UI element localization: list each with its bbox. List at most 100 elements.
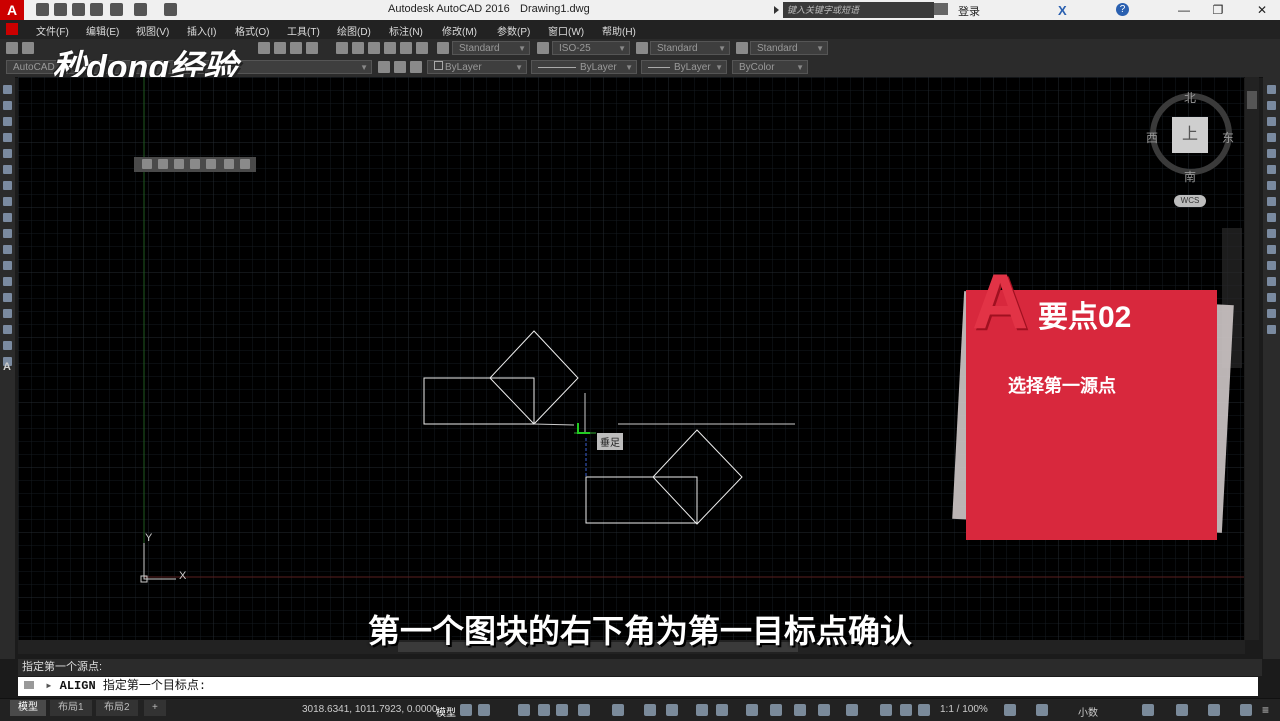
view-iso-icon[interactable] — [224, 159, 234, 169]
close-button[interactable]: ✕ — [1250, 2, 1274, 18]
viewcube-top-face[interactable]: 上 — [1172, 117, 1208, 153]
hatch-icon[interactable] — [3, 309, 12, 318]
markup-icon[interactable] — [400, 42, 412, 54]
selection-filter-icon[interactable] — [770, 704, 782, 716]
insert-block-icon[interactable] — [3, 261, 12, 270]
new-file-icon[interactable] — [36, 3, 49, 16]
plus-icon[interactable] — [1036, 704, 1048, 716]
isolate-objects-icon[interactable] — [1208, 704, 1220, 716]
wcs-menu[interactable]: WCS — [1174, 195, 1206, 207]
compass-south[interactable]: 南 — [1184, 168, 1196, 185]
menu-edit[interactable]: 编辑(E) — [86, 23, 119, 38]
coordinates-readout[interactable]: 3018.6341, 1011.7923, 0.0000 — [302, 704, 438, 715]
customize-menu-icon[interactable]: ≡ — [1262, 703, 1269, 717]
ellipse-arc-icon[interactable] — [3, 245, 12, 254]
point-icon[interactable] — [3, 293, 12, 302]
polar-icon[interactable] — [538, 704, 550, 716]
ortho-icon[interactable] — [518, 704, 530, 716]
view-back-icon[interactable] — [206, 159, 216, 169]
autocad-logo-icon[interactable]: A — [0, 0, 24, 20]
help-icon[interactable]: ? — [1116, 3, 1129, 16]
linetype-select[interactable]: ByLayer ▼ — [531, 60, 637, 74]
doc-icon[interactable] — [6, 23, 18, 35]
properties-icon[interactable] — [336, 42, 348, 54]
tab-model[interactable]: 模型 — [10, 700, 46, 716]
offset-icon[interactable] — [1267, 133, 1276, 142]
command-line[interactable]: ▸ ALIGN 指定第一个目标点: — [18, 677, 1258, 696]
color-select[interactable]: ByLayer ▼ — [427, 60, 527, 74]
lock-ui-icon[interactable] — [1176, 704, 1188, 716]
object-snap-tracking-icon[interactable] — [578, 704, 590, 716]
circle-icon[interactable] — [3, 181, 12, 190]
auto-scale-icon[interactable] — [846, 704, 858, 716]
compass-north[interactable]: 北 — [1184, 89, 1196, 106]
command-expand-icon[interactable]: ▸ — [45, 679, 52, 693]
dim-style-select[interactable]: ISO-25 ▼ — [552, 41, 630, 55]
viewport-scale[interactable]: 1:1 / 100% — [940, 704, 988, 715]
trim-icon[interactable] — [1267, 229, 1276, 238]
annotation-scale-icon[interactable] — [880, 704, 892, 716]
menu-view[interactable]: 视图(V) — [136, 23, 169, 38]
plot-icon[interactable] — [110, 3, 123, 16]
compass-west[interactable]: 西 — [1146, 129, 1158, 146]
multileader-style-select[interactable]: Standard ▼ — [750, 41, 828, 55]
save-icon[interactable] — [72, 3, 85, 16]
sheet-set-icon[interactable] — [384, 42, 396, 54]
minimize-button[interactable]: — — [1172, 2, 1196, 18]
region-icon[interactable] — [3, 341, 12, 350]
help-tb-icon[interactable] — [416, 42, 428, 54]
move-icon[interactable] — [1267, 165, 1276, 174]
undo-icon[interactable] — [134, 3, 147, 16]
layer-match-icon[interactable] — [410, 61, 422, 73]
chamfer-icon[interactable] — [1267, 293, 1276, 302]
3d-osnap-icon[interactable] — [716, 704, 728, 716]
explode-icon[interactable] — [1267, 325, 1276, 334]
ellipse-icon[interactable] — [3, 229, 12, 238]
menu-insert[interactable]: 插入(I) — [187, 23, 216, 38]
login-button[interactable]: 登录 — [958, 3, 980, 19]
stretch-icon[interactable] — [1267, 213, 1276, 222]
snap-toggle-icon[interactable] — [478, 704, 490, 716]
annotation-visibility-icon[interactable] — [818, 704, 830, 716]
menu-dimension[interactable]: 标注(N) — [389, 23, 423, 38]
exchange-icon[interactable]: X — [1058, 3, 1072, 18]
revcloud-icon[interactable] — [3, 197, 12, 206]
multileader-style-icon[interactable] — [736, 42, 748, 54]
zoom-window-icon[interactable] — [290, 42, 302, 54]
save-as-icon[interactable] — [90, 3, 103, 16]
clean-screen-icon[interactable] — [1240, 704, 1252, 716]
menu-window[interactable]: 窗口(W) — [548, 23, 584, 38]
open-icon[interactable] — [22, 42, 34, 54]
open-file-icon[interactable] — [54, 3, 67, 16]
lineweight-select[interactable]: ByLayer ▼ — [641, 60, 727, 74]
grid-toggle-icon[interactable] — [460, 704, 472, 716]
rectangle-icon[interactable] — [3, 149, 12, 158]
tab-layout2[interactable]: 布局2 — [96, 700, 138, 716]
arc-icon[interactable] — [3, 165, 12, 174]
selection-cycling-icon[interactable] — [696, 704, 708, 716]
quick-properties-icon[interactable] — [1142, 704, 1154, 716]
compass-east[interactable]: 东 — [1222, 129, 1234, 146]
tool-palettes-icon[interactable] — [368, 42, 380, 54]
array-icon[interactable] — [1267, 149, 1276, 158]
binoculars-icon[interactable] — [934, 3, 948, 15]
menu-draw[interactable]: 绘图(D) — [337, 23, 371, 38]
isodraft-icon[interactable] — [556, 704, 568, 716]
pan-icon[interactable] — [258, 42, 270, 54]
design-center-icon[interactable] — [352, 42, 364, 54]
menu-modify[interactable]: 修改(M) — [442, 23, 477, 38]
layer-states-icon[interactable] — [394, 61, 406, 73]
menu-parameters[interactable]: 参数(P) — [497, 23, 530, 38]
menu-file[interactable]: 文件(F) — [36, 23, 69, 38]
text-style-icon[interactable] — [437, 42, 449, 54]
zoom-realtime-icon[interactable] — [274, 42, 286, 54]
redo-icon[interactable] — [164, 3, 177, 16]
transparency-icon[interactable] — [666, 704, 678, 716]
search-input[interactable]: 键入关键字或短语 — [783, 2, 934, 18]
polyline-icon[interactable] — [3, 117, 12, 126]
search-expand-icon[interactable] — [774, 6, 779, 14]
model-space-toggle[interactable]: 模型 — [436, 704, 456, 719]
restore-button[interactable]: ❐ — [1206, 2, 1230, 18]
view-right-icon[interactable] — [190, 159, 200, 169]
extend-icon[interactable] — [1267, 245, 1276, 254]
